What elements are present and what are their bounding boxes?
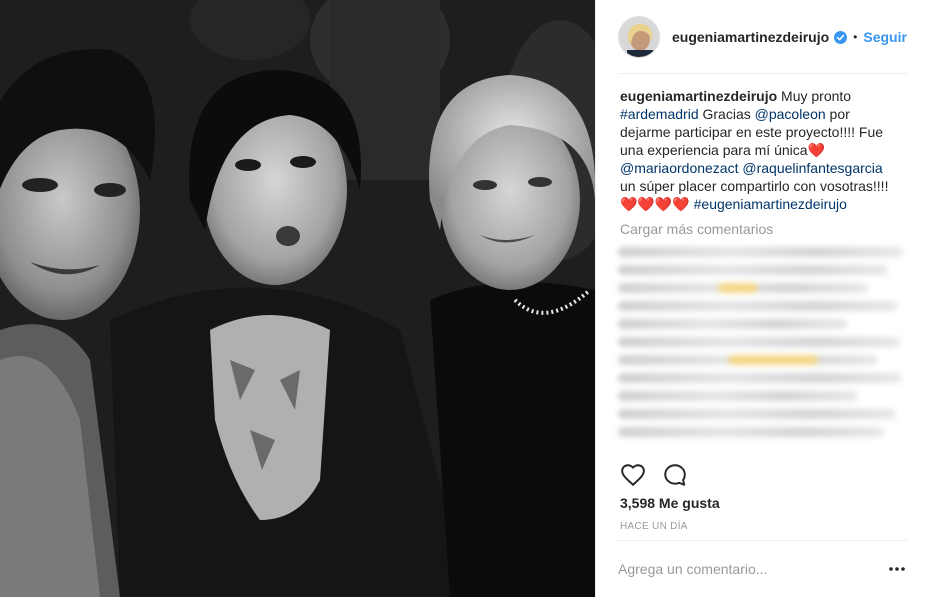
caption-line: eugeniamartinezdeirujo Muy pronto xyxy=(620,87,910,105)
comment-bubble-icon[interactable] xyxy=(662,462,688,488)
verified-badge-icon xyxy=(834,30,848,44)
caption-text: Muy pronto xyxy=(777,88,852,104)
blurred-comment-line xyxy=(618,373,902,383)
avatar[interactable] xyxy=(618,16,660,58)
load-more-comments-button[interactable]: Cargar más comentarios xyxy=(620,221,773,237)
post-username[interactable]: eugeniamartinezdeirujo xyxy=(672,29,829,45)
blurred-comment-line xyxy=(618,409,896,419)
post-actions xyxy=(620,462,688,488)
blurred-comment-line xyxy=(618,265,888,275)
post-side-panel: eugeniamartinezdeirujo • Seguir eugeniam… xyxy=(595,0,931,597)
caption-text: Gracias xyxy=(698,106,755,122)
caption-line: ❤️❤️❤️❤️ #eugeniamartinezdeirujo xyxy=(620,195,910,213)
heart-outline-icon[interactable] xyxy=(620,462,646,488)
caption-text: una experiencia para mí única xyxy=(620,142,808,158)
blurred-comment-line xyxy=(618,283,868,293)
header-separator: • xyxy=(853,30,858,44)
hashtag-link[interactable]: #eugeniamartinezdeirujo xyxy=(694,196,847,212)
blurred-comment-line xyxy=(618,247,903,257)
post-photo-image xyxy=(0,0,595,597)
post-photo[interactable] xyxy=(0,0,595,597)
heart-emoji: ❤️ xyxy=(807,142,825,158)
post-header: eugeniamartinezdeirujo • Seguir xyxy=(596,0,931,74)
mention-link[interactable]: @pacoleon xyxy=(755,106,826,122)
follow-button[interactable]: Seguir xyxy=(863,29,907,45)
comment-input[interactable] xyxy=(618,561,858,577)
caption-line: dejarme participar en este proyecto!!!! … xyxy=(620,124,884,140)
comment-bar xyxy=(618,540,908,597)
blurred-comments xyxy=(618,245,906,453)
heart-emojis: ❤️❤️❤️❤️ xyxy=(620,196,690,212)
caption-line: @mariaordonezact @raquelinfantesgarcia xyxy=(620,159,910,177)
blurred-comment-line xyxy=(618,319,848,329)
caption-line: #ardemadrid Gracias @pacoleon por xyxy=(620,105,910,123)
blurred-comment-line xyxy=(618,301,898,311)
caption-line: una experiencia para mí única❤️ xyxy=(620,141,910,159)
caption-username[interactable]: eugeniamartinezdeirujo xyxy=(620,88,777,104)
blurred-comment-line xyxy=(618,391,858,401)
mention-link[interactable]: @mariaordonezact xyxy=(620,160,739,176)
post-timestamp[interactable]: HACE UN DÍA xyxy=(620,521,688,532)
hashtag-link[interactable]: #ardemadrid xyxy=(620,106,699,122)
likes-count[interactable]: 3,598 Me gusta xyxy=(620,495,720,511)
blurred-comment-line xyxy=(618,355,878,365)
avatar-image xyxy=(619,17,659,57)
blurred-comment-line xyxy=(618,337,900,347)
mention-link[interactable]: @raquelinfantesgarcia xyxy=(742,160,882,176)
blurred-comment-line xyxy=(618,427,884,437)
caption-text: por xyxy=(825,106,850,122)
post-caption: eugeniamartinezdeirujo Muy pronto #ardem… xyxy=(620,87,910,213)
more-options-icon[interactable] xyxy=(886,559,908,579)
caption-line: un súper placer compartirlo con vosotras… xyxy=(620,178,889,194)
